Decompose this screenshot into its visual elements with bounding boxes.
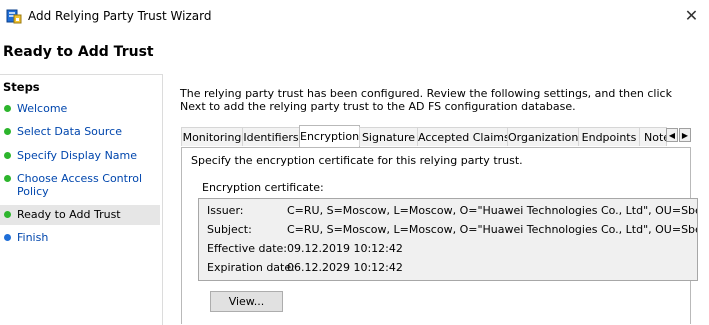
- title-bar: Add Relying Party Trust Wizard ✕: [0, 0, 709, 32]
- cert-field-label: Effective date:: [207, 242, 287, 255]
- cert-field-value: C=RU, S=Moscow, L=Moscow, O="Huawei Tech…: [287, 204, 698, 217]
- tab-endpoints[interactable]: Endpoints: [578, 127, 640, 146]
- close-button[interactable]: ✕: [674, 0, 709, 32]
- cert-field-label: Issuer:: [207, 204, 244, 217]
- tab-notes[interactable]: Note: [639, 127, 667, 146]
- step-select-data-source[interactable]: Select Data Source: [0, 122, 160, 142]
- arrow-right-icon: ▶: [681, 131, 689, 140]
- window-title: Add Relying Party Trust Wizard: [28, 9, 212, 23]
- tab-encryption[interactable]: Encryption: [299, 125, 360, 147]
- step-complete-icon: [4, 128, 11, 135]
- step-label: Finish: [17, 231, 49, 244]
- cert-field-value: 09.12.2019 10:12:42: [287, 242, 403, 255]
- step-label: Choose Access Control Policy: [17, 172, 143, 198]
- main-description: The relying party trust has been configu…: [180, 87, 672, 113]
- page-title: Ready to Add Trust: [3, 44, 154, 60]
- step-complete-icon: [4, 152, 11, 159]
- tab-organization[interactable]: Organization: [507, 127, 579, 146]
- step-finish[interactable]: Finish: [0, 228, 160, 248]
- tab-scroll-buttons: ◀ ▶: [666, 128, 692, 142]
- tab-monitoring[interactable]: Monitoring: [181, 127, 243, 146]
- steps-heading: Steps: [3, 80, 40, 94]
- step-label: Select Data Source: [17, 125, 122, 138]
- arrow-left-icon: ◀: [668, 131, 676, 140]
- step-pending-icon: [4, 234, 11, 241]
- step-label: Ready to Add Trust: [17, 208, 121, 221]
- adfs-app-icon: [6, 9, 22, 24]
- tab-signature[interactable]: Signature: [359, 127, 418, 146]
- encryption-cert-label: Encryption certificate:: [202, 181, 324, 194]
- tab-scroll-left-button[interactable]: ◀: [666, 128, 678, 142]
- encryption-description: Specify the encryption certificate for t…: [191, 154, 523, 167]
- step-label: Specify Display Name: [17, 149, 138, 162]
- close-icon: ✕: [684, 6, 699, 25]
- tab-strip: Monitoring Identifiers Encryption Signat…: [181, 125, 691, 147]
- step-ready-to-add-trust[interactable]: Ready to Add Trust: [0, 205, 160, 225]
- certificate-details-box[interactable]: Issuer: C=RU, S=Moscow, L=Moscow, O="Hua…: [198, 198, 698, 281]
- step-current-icon: [4, 211, 11, 218]
- steps-panel: Steps Welcome Select Data Source Specify…: [0, 74, 163, 325]
- tab-identifiers[interactable]: Identifiers: [242, 127, 300, 146]
- cert-field-value: C=RU, S=Moscow, L=Moscow, O="Huawei Tech…: [287, 223, 698, 236]
- tab-scroll-right-button[interactable]: ▶: [679, 128, 691, 142]
- cert-field-value: 06.12.2029 10:12:42: [287, 261, 403, 274]
- step-welcome[interactable]: Welcome: [0, 99, 160, 119]
- step-choose-access-control-policy[interactable]: Choose Access Control Policy: [0, 169, 160, 199]
- cert-field-label: Expiration date:: [207, 261, 295, 274]
- view-certificate-button[interactable]: View...: [210, 291, 283, 312]
- cert-field-label: Subject:: [207, 223, 252, 236]
- step-complete-icon: [4, 105, 11, 112]
- encryption-tab-panel: Specify the encryption certificate for t…: [181, 147, 698, 324]
- step-complete-icon: [4, 175, 11, 182]
- step-specify-display-name[interactable]: Specify Display Name: [0, 146, 160, 166]
- tab-accepted-claims[interactable]: Accepted Claims: [417, 127, 508, 146]
- step-label: Welcome: [17, 102, 68, 115]
